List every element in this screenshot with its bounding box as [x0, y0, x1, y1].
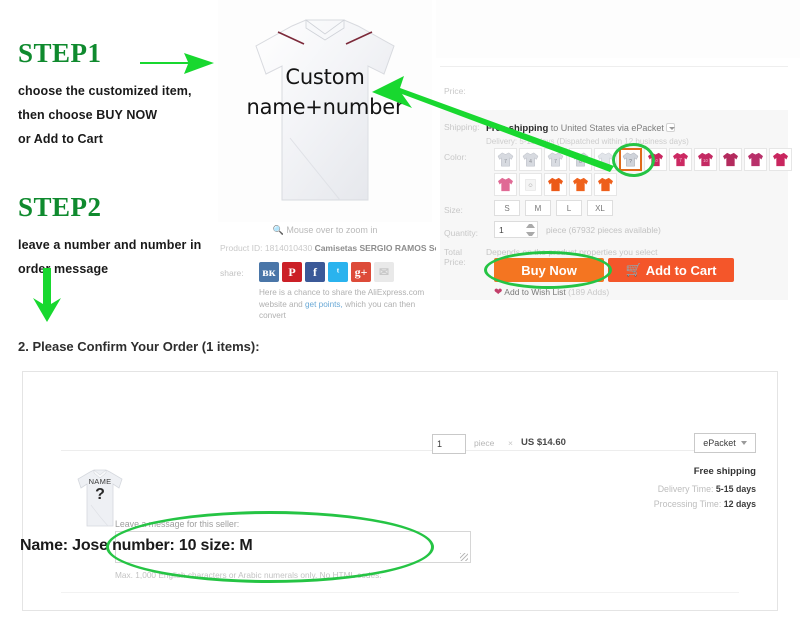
svg-text:10: 10 [703, 158, 708, 163]
product-id-label: Product ID: [220, 243, 263, 253]
order-piece-label: piece [474, 438, 495, 448]
processing-time-label: Processing Time: [653, 499, 722, 509]
top-instruction-section: STEP1 choose the customized item, then c… [0, 0, 800, 322]
quantity-note: piece (67932 pieces available) [546, 225, 661, 235]
vk-icon[interactable]: вк [259, 262, 279, 282]
size-button-m[interactable]: M [525, 200, 551, 216]
share-note: Here is a chance to share the AliExpress… [259, 287, 434, 322]
shipping-method-select[interactable]: ePacket [694, 433, 756, 453]
size-row: Size: [436, 205, 800, 215]
step2-line-1: leave a number and number in [18, 238, 202, 252]
step1-line-3: or Add to Cart [18, 132, 103, 146]
color-swatch[interactable] [719, 148, 742, 171]
color-swatch[interactable]: 7 [669, 148, 692, 171]
size-button-xl[interactable]: XL [587, 200, 613, 216]
svg-text:7: 7 [679, 158, 682, 164]
product-id-value: 1814010430 [264, 243, 313, 253]
multiply-symbol: × [508, 438, 513, 448]
chevron-down-icon [740, 441, 747, 445]
order-box-divider-top [61, 450, 739, 451]
get-points-link[interactable]: get points, [305, 300, 343, 309]
green-arrow-down-icon [33, 268, 61, 322]
pinterest-icon[interactable]: P [282, 262, 302, 282]
zoom-hint: 🔍 Mouse over to zoom in [218, 225, 432, 236]
order-delivery-time: Delivery Time: 5-15 days [658, 484, 756, 494]
quantity-value: 1 [499, 224, 504, 235]
total-price-label: Total Price: [444, 247, 466, 267]
textarea-resize-handle[interactable] [460, 553, 468, 561]
add-to-cart-label: Add to Cart [645, 262, 717, 278]
quantity-label: Quantity: [444, 228, 479, 238]
zoom-hint-text: Mouse over to zoom in [286, 225, 378, 235]
order-quantity-value: 1 [437, 439, 443, 449]
green-arrow-diagonal-icon [372, 76, 614, 172]
size-button-l[interactable]: L [556, 200, 582, 216]
step1-lines: choose the customized item, then choose … [18, 79, 218, 151]
size-label: Size: [444, 205, 463, 215]
thumbnail-number-text: ? [95, 486, 105, 503]
order-quantity-input[interactable]: 1 [432, 434, 466, 454]
color-swatch[interactable]: 10 [694, 148, 717, 171]
step1-line-1: choose the customized item, [18, 84, 192, 98]
annotation-ellipse-message [106, 511, 434, 583]
add-to-cart-button[interactable]: 🛒 Add to Cart [608, 258, 734, 282]
chevron-down-icon[interactable] [666, 123, 676, 132]
thumbnail-name-text: NAME [88, 477, 112, 486]
share-icon-list: вк P f ᵗ g+ ✉ [259, 262, 394, 282]
facebook-icon[interactable]: f [305, 262, 325, 282]
product-id-row: Product ID: 1814010430 Camisetas SERGIO … [220, 243, 467, 253]
quantity-spinner-icon[interactable] [526, 224, 535, 236]
share-note-line1: Here is a chance to share the AliExpress… [259, 288, 425, 297]
google-plus-icon[interactable]: g+ [351, 262, 371, 282]
share-note-line2a: website and [259, 299, 305, 309]
color-swatch[interactable] [769, 148, 792, 171]
annotation-ellipse-buy-now [484, 251, 612, 289]
processing-time-value: 12 days [723, 499, 756, 509]
green-arrow-right-icon [140, 53, 214, 74]
heart-icon: ❤ [494, 287, 503, 298]
step1-line-2: then choose BUY NOW [18, 108, 158, 122]
order-processing-time: Processing Time: 12 days [654, 499, 756, 509]
email-icon[interactable]: ✉ [374, 262, 394, 282]
step2-title: STEP2 [18, 192, 102, 222]
wish-count: (189 Adds) [568, 287, 610, 297]
cart-icon: 🛒 [625, 262, 642, 277]
size-button-s[interactable]: S [494, 200, 520, 216]
panel-top-blank [436, 0, 800, 58]
quantity-stepper[interactable]: 1 [494, 221, 538, 238]
order-box-divider-bottom [61, 592, 739, 593]
delivery-time-label: Delivery Time: [657, 484, 714, 494]
order-unit-price: US $14.60 [521, 437, 566, 448]
twitter-icon[interactable]: ᵗ [328, 262, 348, 282]
share-label: share: [220, 268, 244, 278]
size-button-group: S M L XL [494, 200, 613, 216]
color-swatch[interactable] [744, 148, 767, 171]
shipping-method-value: ePacket [703, 438, 736, 448]
confirm-order-title: 2. Please Confirm Your Order (1 items): [18, 339, 260, 354]
magnifier-icon: 🔍 [272, 225, 284, 235]
order-free-shipping: Free shipping [693, 466, 756, 477]
delivery-time-value: 5-15 days [715, 484, 756, 494]
